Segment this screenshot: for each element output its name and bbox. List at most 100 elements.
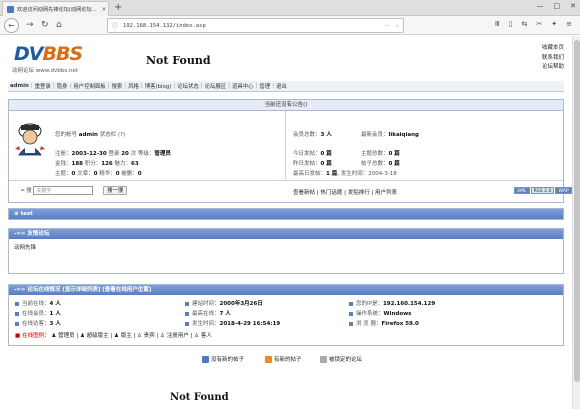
friend-link[interactable]: 动网先锋 (14, 243, 36, 251)
stats-yesterday: 昨日发帖：0 篇 (293, 161, 332, 167)
logo-text-bbs: BBS (42, 43, 83, 65)
legend-new: 有新的帖子 (265, 355, 302, 363)
locked-forum-icon (320, 356, 327, 363)
user-posts-line: 主题：0 文章：0 精华：0 被删：0 (55, 171, 142, 177)
member-icon: ♙ (160, 333, 166, 339)
not-found-footer: Not Found (170, 392, 229, 403)
menu-item-user[interactable]: admin (10, 83, 29, 89)
info-icon: ⓘ (112, 23, 119, 30)
maximize-icon[interactable]: □ (554, 2, 561, 10)
address-bar[interactable]: ⓘ 192.168.154.132/index.asp ··· ☆ (107, 18, 404, 33)
quick-links[interactable]: 查看新帖 | 热门话题 | 发贴排行 | 用户列表 (293, 188, 397, 196)
close-tab-icon[interactable]: × (100, 6, 108, 13)
screenshot-icon[interactable]: ✂ (536, 20, 542, 28)
search-button[interactable]: 搜一搜 (103, 186, 128, 195)
url-text: 192.168.154.132/index.asp (123, 22, 206, 29)
stats-max: 最高日发帖：1 篇, 发生时间：2004-3-18 (293, 171, 397, 177)
logo-subtitle: 动网论坛 www.dvbbs.net (12, 68, 78, 74)
logo-text-dv: DV (14, 43, 44, 65)
favicon-icon (7, 5, 14, 13)
menu-item-style[interactable]: 风格 (128, 82, 139, 90)
no-new-posts-icon (202, 356, 209, 363)
mod-icon: ♟ (114, 333, 119, 339)
bookmark-star-icon[interactable]: ☆ (396, 23, 399, 29)
super-mod-icon: ♟ (79, 333, 85, 339)
online-current: 当前在线：4 人 (15, 299, 61, 307)
stats-posts: 帖子总数：0 篇 (361, 161, 400, 167)
site-founded: 建站时间：2000年3月26日 (185, 299, 263, 307)
tab-title: 欢迎访问动网先锋论坛(动网论坛… (17, 6, 97, 13)
search-bar: ━ 搜 关键字 搜一搜 (21, 186, 128, 195)
extensions-icon[interactable]: ✦ (551, 20, 557, 28)
user-money-line: 金钱：188 积分：126 魅力：63 (55, 161, 139, 167)
guest-icon: ♙ (194, 333, 200, 339)
page-content: DVBBS 动网论坛 www.dvbbs.net Not Found 收藏本页 … (0, 36, 572, 409)
admin-icon: ♟ (51, 333, 57, 339)
user-reg-line: 注册：2003-12-30 登录 20 次 等级：管理员 (55, 151, 171, 157)
page-actions-icon[interactable]: ··· (384, 23, 389, 29)
library-icon[interactable]: Ⅲ (495, 20, 500, 28)
feed-badges: XML RSS 2.0 WAP (513, 187, 572, 194)
reload-icon[interactable]: ↻ (41, 18, 49, 32)
menu-icon[interactable]: ≡ (566, 20, 572, 28)
link-contact[interactable]: 联系我们 (542, 54, 564, 64)
online-legend: ■ 在线图例： ♟ 管理员 | ♟ 超级版主 | ♟ 版主 | ♙ 贵宾 | ♙… (15, 333, 212, 339)
forward-icon[interactable]: → (26, 18, 34, 32)
menu-item-hide[interactable]: 隐身 (57, 82, 68, 90)
sync-icon[interactable]: ⇆ (522, 20, 528, 28)
scrollbar-thumb[interactable] (574, 40, 580, 382)
online-members: 在线会员：1 人 (15, 309, 61, 317)
menu-item-search[interactable]: 搜索 (111, 82, 122, 90)
legend-locked: 被锁定的论坛 (320, 355, 362, 363)
menu-item-props[interactable]: 道具中心 (232, 82, 254, 90)
max-online: 最高在线：7 人 (185, 309, 231, 317)
client-os: 操作系统：Windows (349, 309, 411, 317)
stats-members: 会员总数：3 人 (293, 132, 332, 138)
minimize-icon[interactable]: — (537, 2, 544, 10)
menu-item-manage[interactable]: 管理 (259, 82, 270, 90)
xml-badge[interactable]: XML (514, 187, 530, 194)
sidebar-icon[interactable]: ▯ (509, 20, 513, 28)
user-avatar (15, 123, 45, 156)
menu-item-logout[interactable]: 退出 (276, 82, 287, 90)
vip-icon: ♙ (137, 333, 143, 339)
back-icon[interactable]: ← (4, 18, 19, 33)
site-logo[interactable]: DVBBS 动网论坛 www.dvbbs.net (12, 42, 92, 74)
online-panel: -=> 论坛在线情况 [显示详细列表] [查看在线用户位置] 当前在线：4 人 … (8, 284, 564, 346)
newest-member-link[interactable]: likaiqiang (389, 132, 419, 138)
client-browser: 浏 览 器：Firefox 59.0 (349, 319, 419, 327)
browser-tab[interactable]: 欢迎访问动网先锋论坛(动网论坛… × (2, 1, 109, 16)
link-bookmark[interactable]: 收藏本页 (542, 44, 564, 54)
menu-item-blog[interactable]: 博客(blog) (145, 82, 172, 90)
legend-no-new: 没有新的帖子 (202, 355, 244, 363)
search-input[interactable]: 关键字 (33, 186, 94, 195)
announcement-bar[interactable]: 当前还没有公告() (9, 100, 563, 110)
not-found-banner: Not Found (146, 54, 211, 67)
menu-item-gallery[interactable]: 论坛展区 (205, 82, 227, 90)
rss-badge[interactable]: RSS 2.0 (530, 187, 555, 194)
top-links: 收藏本页 联系我们 论坛帮助 (542, 44, 564, 73)
vertical-scrollbar[interactable] (572, 36, 580, 409)
close-window-icon[interactable]: ✕ (570, 2, 576, 10)
nav-bar: ← → ↻ ⌂ ⓘ 192.168.154.132/index.asp ··· … (0, 16, 580, 35)
user-info-panel: 当前还没有公告() 您的帐号 admin 状态栏 (?) 注册：2003-12-… (8, 99, 572, 203)
home-icon[interactable]: ⌂ (56, 18, 62, 32)
tab-bar: 欢迎访问动网先锋论坛(动网论坛… × + — □ ✕ (0, 0, 580, 16)
user-greeting: 您的帐号 admin 状态栏 (?) (55, 132, 126, 138)
main-menu: admin | 重登录 | 隐身 | 用户控制面板 | 搜索 | 风格 | 博客(blog)… (8, 81, 564, 92)
new-posts-icon (265, 356, 272, 363)
menu-item-status[interactable]: 论坛状态 (177, 82, 199, 90)
max-online-time: 发生时间：2018-4-29 16:54:19 (185, 319, 280, 327)
new-tab-icon[interactable]: + (114, 1, 122, 15)
wap-badge[interactable]: WAP (555, 187, 572, 194)
menu-item-relogin[interactable]: 重登录 (35, 82, 51, 90)
stats-newest: 最新会员：likaiqiang (361, 132, 419, 138)
links-panel: -=> 友情论坛 动网先锋 (8, 228, 564, 274)
forum-test-bar[interactable]: ⊕ test (9, 209, 563, 219)
link-help[interactable]: 论坛帮助 (542, 63, 564, 73)
menu-item-control-panel[interactable]: 用户控制面板 (73, 82, 105, 90)
online-title[interactable]: -=> 论坛在线情况 [显示详细列表] [查看在线用户位置] (9, 285, 563, 295)
client-ip: 您的IP是：192.160.154.129 (349, 299, 435, 307)
stats-today: 今日发帖：0 篇 (293, 151, 332, 157)
username[interactable]: admin (79, 132, 98, 138)
